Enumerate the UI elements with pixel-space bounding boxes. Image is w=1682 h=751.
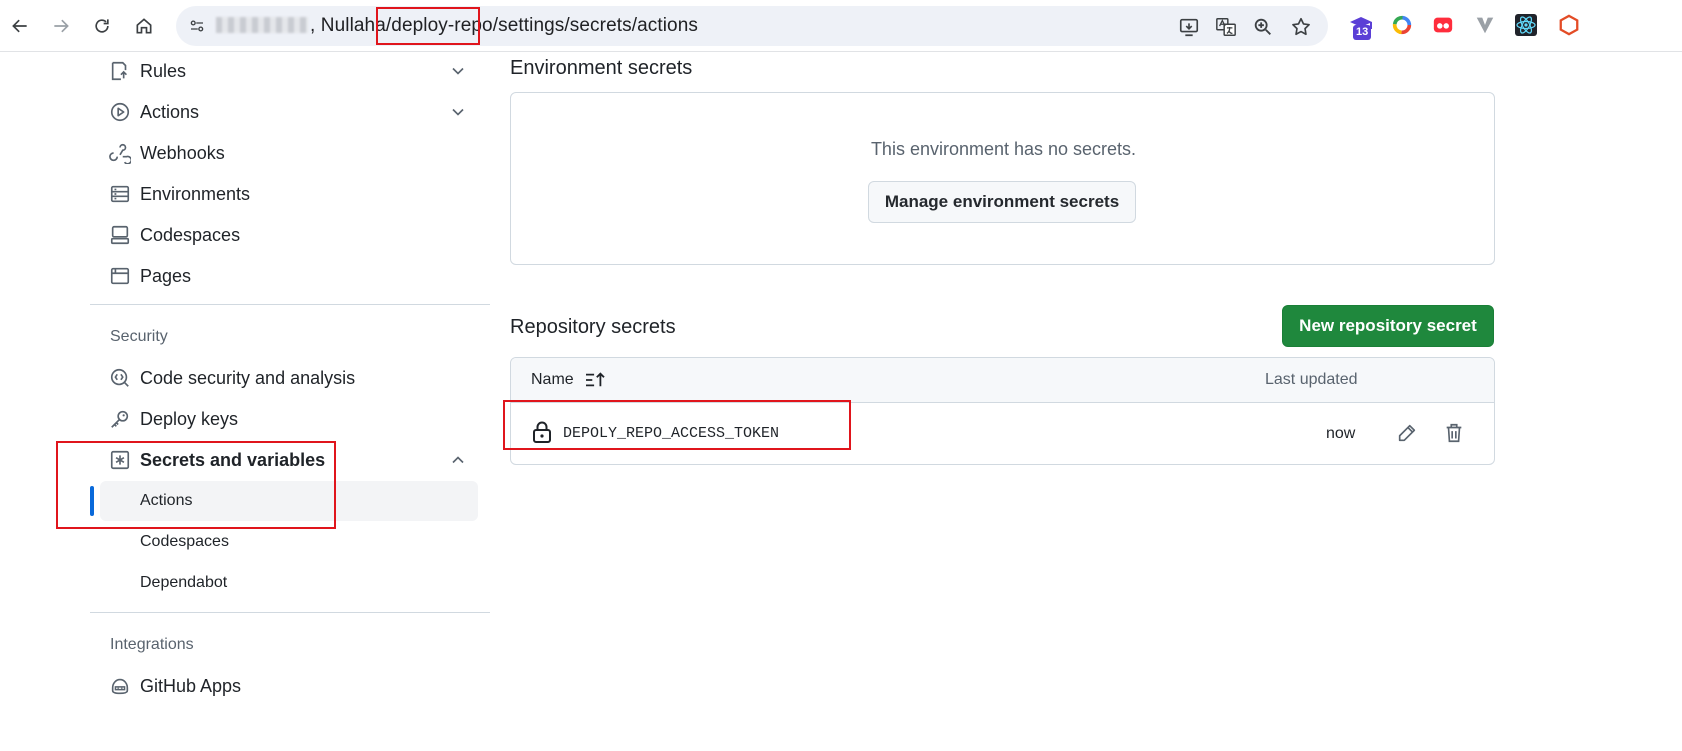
sidebar-item-actions[interactable]: Actions [108, 95, 480, 129]
sidebar-item-label: Deploy keys [140, 408, 239, 429]
sidebar-item-label: Codespaces [140, 224, 241, 245]
play-icon [108, 100, 132, 124]
sidebar-divider [90, 304, 490, 305]
sidebar-item-rules[interactable]: Rules [108, 54, 480, 88]
url-highlight-box [376, 7, 480, 45]
reload-button[interactable] [88, 12, 116, 40]
url-path: /settings/secrets/actions [492, 15, 698, 36]
new-repo-secret-button[interactable]: New repository secret [1282, 305, 1494, 347]
pencil-icon [1398, 424, 1416, 442]
env-secrets-box: This environment has no secrets. Manage … [510, 92, 1495, 265]
sort-ascending-icon [585, 372, 605, 387]
chevron-down-icon [452, 108, 464, 116]
sidebar-subitem-dependabot[interactable]: Dependabot [100, 563, 478, 603]
arrow-left-icon [12, 19, 27, 33]
sidebar-item-label: Environments [140, 183, 251, 204]
env-secrets-title: Environment secrets [510, 57, 693, 79]
extension-badge: 13 [1353, 25, 1372, 40]
redacted-owner [216, 17, 308, 33]
codescan-icon [108, 366, 132, 390]
translate-icon[interactable] [1215, 16, 1237, 38]
name-column-header[interactable]: Name [531, 371, 606, 389]
manage-env-secrets-button[interactable]: Manage environment secrets [868, 181, 1136, 223]
table-header: Name Last updated [511, 358, 1494, 403]
server-icon [108, 182, 132, 206]
sidebar-item-label: GitHub Apps [140, 675, 242, 696]
browser-toolbar: , Nullaha/deploy-repo/settings/secrets/a… [0, 0, 1682, 52]
sidebar-item-codespaces[interactable]: Codespaces [108, 218, 480, 252]
extension-v-icon[interactable] [1473, 13, 1497, 37]
sidebar-item-label: Actions [140, 101, 200, 122]
webhook-icon [108, 141, 132, 165]
chevron-down-icon [452, 67, 464, 75]
arrow-right-icon [54, 19, 69, 33]
secrets-highlight-box [56, 441, 336, 529]
sidebar-item-label: Rules [140, 60, 187, 81]
delete-secret-button[interactable] [1440, 419, 1468, 447]
sidebar-item-github-apps[interactable]: GitHub Apps [108, 669, 480, 703]
rules-icon [108, 59, 132, 83]
repo-secrets-title: Repository secrets [510, 316, 676, 338]
home-button[interactable] [130, 12, 158, 40]
back-button[interactable] [6, 12, 34, 40]
home-icon [136, 18, 152, 34]
sidebar-item-label: Webhooks [140, 142, 225, 163]
edit-secret-button[interactable] [1393, 419, 1421, 447]
sidebar-item-pages[interactable]: Pages [108, 259, 480, 293]
section-heading-integrations: Integrations [110, 636, 194, 653]
trash-icon [1446, 423, 1462, 443]
browser-icon [108, 264, 132, 288]
sidebar-item-webhooks[interactable]: Webhooks [108, 136, 480, 170]
secret-row-highlight-box [503, 400, 851, 450]
sidebar-item-environments[interactable]: Environments [108, 177, 480, 211]
chevron-up-icon [452, 456, 464, 464]
zoom-icon[interactable] [1252, 16, 1274, 38]
env-empty-message: This environment has no secrets. [870, 139, 1137, 159]
install-app-icon[interactable] [1178, 16, 1200, 38]
site-info-icon[interactable] [186, 15, 208, 37]
address-bar[interactable]: , Nullaha/deploy-repo/settings/secrets/a… [176, 6, 1328, 46]
sidebar-item-deploy-keys[interactable]: Deploy keys [108, 402, 480, 436]
reload-icon [95, 19, 109, 33]
extension-react-icon[interactable] [1514, 13, 1538, 37]
sidebar-item-label: Code security and analysis [140, 367, 356, 388]
secret-updated: now [1326, 425, 1356, 442]
bookmark-star-icon[interactable] [1290, 16, 1312, 38]
extension-partial-icon[interactable] [1558, 13, 1580, 37]
sidebar-item-code-security[interactable]: Code security and analysis [108, 361, 480, 395]
extension-red-icon[interactable] [1431, 13, 1455, 37]
sidebar-item-label: Pages [140, 265, 192, 286]
section-heading-security: Security [110, 328, 168, 345]
sidebar-divider [90, 612, 490, 613]
name-column-label: Name [531, 371, 574, 388]
extension-ring-icon[interactable] [1390, 13, 1414, 37]
codespaces-icon [108, 223, 132, 247]
key-icon [108, 407, 132, 431]
last-updated-column-header: Last updated [1265, 371, 1358, 388]
apps-icon [108, 674, 132, 698]
forward-button[interactable] [47, 12, 75, 40]
